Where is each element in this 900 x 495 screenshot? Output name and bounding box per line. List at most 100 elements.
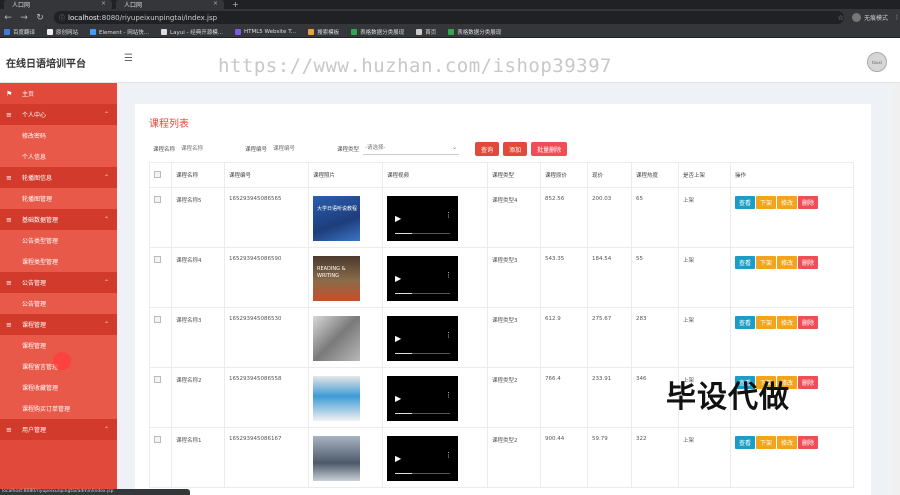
select-all-checkbox[interactable] [154,170,161,178]
sidebar-group-notice[interactable]: ≡ 公告管理 ⌃ [0,272,117,293]
row-checkbox[interactable] [154,376,161,383]
video-progress[interactable] [395,413,450,414]
delete-button[interactable]: 删除 [798,436,819,449]
batch-delete-button[interactable]: 批量删除 [531,142,568,156]
info-icon[interactable]: ⓘ [59,13,65,22]
sidebar-item-notice-type[interactable]: 公告类型管理 [0,230,117,251]
video-player[interactable]: ▶ ⋮ [387,256,458,301]
more-icon[interactable]: ⋮ [445,331,452,339]
close-icon[interactable]: × [101,0,106,7]
menu-toggle-icon[interactable]: ☰ [124,53,133,64]
bookmark[interactable]: 搜索模板 [308,28,339,36]
delete-button[interactable]: 删除 [798,196,819,209]
back-icon[interactable]: ← [0,13,16,23]
bookmark[interactable]: HTML5 Website T... [234,28,296,35]
sidebar-group-carousel[interactable]: ≡ 轮播图信息 ⌃ [0,167,117,188]
row-checkbox[interactable] [154,196,161,203]
play-icon[interactable]: ▶ [395,394,401,403]
browser-tab[interactable]: 人口网 × [4,0,112,9]
bookmark[interactable]: 表格数据分类展现 [448,28,501,36]
video-player[interactable]: ▶ ⋮ [387,196,458,241]
video-progress[interactable] [395,233,450,234]
course-name-input[interactable] [179,143,234,155]
more-icon[interactable]: ⋮ [445,271,452,279]
sidebar-group-basic-data[interactable]: ≡ 基础数据管理 ⌃ [0,209,117,230]
avatar[interactable]: touxi [867,52,887,72]
forward-icon[interactable]: → [16,13,32,23]
chevron-down-icon: ⌄ [452,144,458,151]
scrollbar[interactable] [893,83,900,495]
course-code-cell: 165293945086167 [224,427,309,488]
more-icon[interactable]: ⋮ [445,391,452,399]
close-icon[interactable]: × [213,0,218,7]
edit-button[interactable]: 修改 [777,436,798,449]
sidebar-group-user[interactable]: ≡ 用户管理 ⌃ [0,419,117,440]
sidebar-group-course[interactable]: ≡ 课程管理 ⌃ [0,314,117,335]
sidebar-item-profile-info[interactable]: 个人信息 [0,146,117,167]
row-select-cell[interactable] [149,367,172,428]
row-checkbox[interactable] [154,436,161,443]
play-icon[interactable]: ▶ [395,214,401,223]
bookmark[interactable]: 首页 [416,28,436,36]
sidebar-group-profile[interactable]: ≡ 个人中心 ⌃ [0,104,117,125]
unlist-button[interactable]: 下架 [756,256,777,269]
view-button[interactable]: 查看 [735,316,756,329]
bookmark[interactable]: 表格数据分类展现 [351,28,404,36]
video-progress[interactable] [395,473,450,474]
edit-button[interactable]: 修改 [777,316,798,329]
unlist-button[interactable]: 下架 [756,316,777,329]
course-type-select[interactable]: -请选择- ⌄ [363,143,460,155]
bookmark[interactable]: 原创网站 [47,28,78,36]
new-tab-icon[interactable]: + [232,0,239,9]
video-player[interactable]: ▶ ⋮ [387,316,458,361]
video-progress[interactable] [395,353,450,354]
sidebar-item-course-favorite[interactable]: 课程收藏管理 [0,377,117,398]
select-all-cell[interactable] [149,162,172,188]
view-button[interactable]: 查看 [735,436,756,449]
query-button[interactable]: 查询 [475,142,500,156]
row-select-cell[interactable] [149,307,172,368]
sidebar-item-carousel[interactable]: 轮播图管理 [0,188,117,209]
play-icon[interactable]: ▶ [395,454,401,463]
url-input[interactable]: ⓘ localhost:8080/riyupeixunpingtai/index… [54,11,844,24]
unlist-button[interactable]: 下架 [756,436,777,449]
play-icon[interactable]: ▶ [395,274,401,283]
row-checkbox[interactable] [154,256,161,263]
menu-icon[interactable]: ⋮ [894,14,900,21]
profile-button[interactable]: 无痕模式 ⋮ [851,13,900,22]
row-checkbox[interactable] [154,316,161,323]
video-player[interactable]: ▶ ⋮ [387,376,458,421]
reload-icon[interactable]: ↻ [32,13,48,23]
row-select-cell[interactable] [149,427,172,488]
sidebar-item-home[interactable]: ⚑ 主页 [0,83,117,104]
more-icon[interactable]: ⋮ [445,451,452,459]
row-select-cell[interactable] [149,187,172,248]
sidebar-item-course-order[interactable]: 课程购买订单管理 [0,398,117,419]
play-icon[interactable]: ▶ [395,334,401,343]
chevron-up-icon: ⌃ [103,426,109,433]
video-progress[interactable] [395,293,450,294]
delete-button[interactable]: 删除 [798,256,819,269]
view-button[interactable]: 查看 [735,196,756,209]
edit-button[interactable]: 修改 [777,256,798,269]
bookmark[interactable]: Element - 网站快... [90,28,149,36]
edit-button[interactable]: 修改 [777,196,798,209]
video-player[interactable]: ▶ ⋮ [387,436,458,481]
bookmark[interactable]: Layui - 经典开源模... [161,28,223,36]
delete-button[interactable]: 删除 [798,376,819,389]
sidebar-item-course-type[interactable]: 课程类型管理 [0,251,117,272]
watermark-text: https://www.huzhan.com/ishop39397 [218,55,612,77]
course-code-input[interactable] [271,143,326,155]
sidebar-item-notice[interactable]: 公告管理 [0,293,117,314]
bookmark-star-icon[interactable]: ☆ [838,14,844,22]
row-select-cell[interactable] [149,247,172,308]
delete-button[interactable]: 删除 [798,316,819,329]
browser-tab[interactable]: 人口网 × [116,0,224,9]
view-button[interactable]: 查看 [735,256,756,269]
table-row: 课程名称1 165293945086167 ▶ ⋮ 课程类型2 900.44 59… [149,427,854,488]
sidebar-item-password[interactable]: 修改密码 [0,125,117,146]
more-icon[interactable]: ⋮ [445,211,452,219]
add-button[interactable]: 添加 [503,142,528,156]
bookmark[interactable]: 百度翻译 [4,28,35,36]
unlist-button[interactable]: 下架 [756,196,777,209]
